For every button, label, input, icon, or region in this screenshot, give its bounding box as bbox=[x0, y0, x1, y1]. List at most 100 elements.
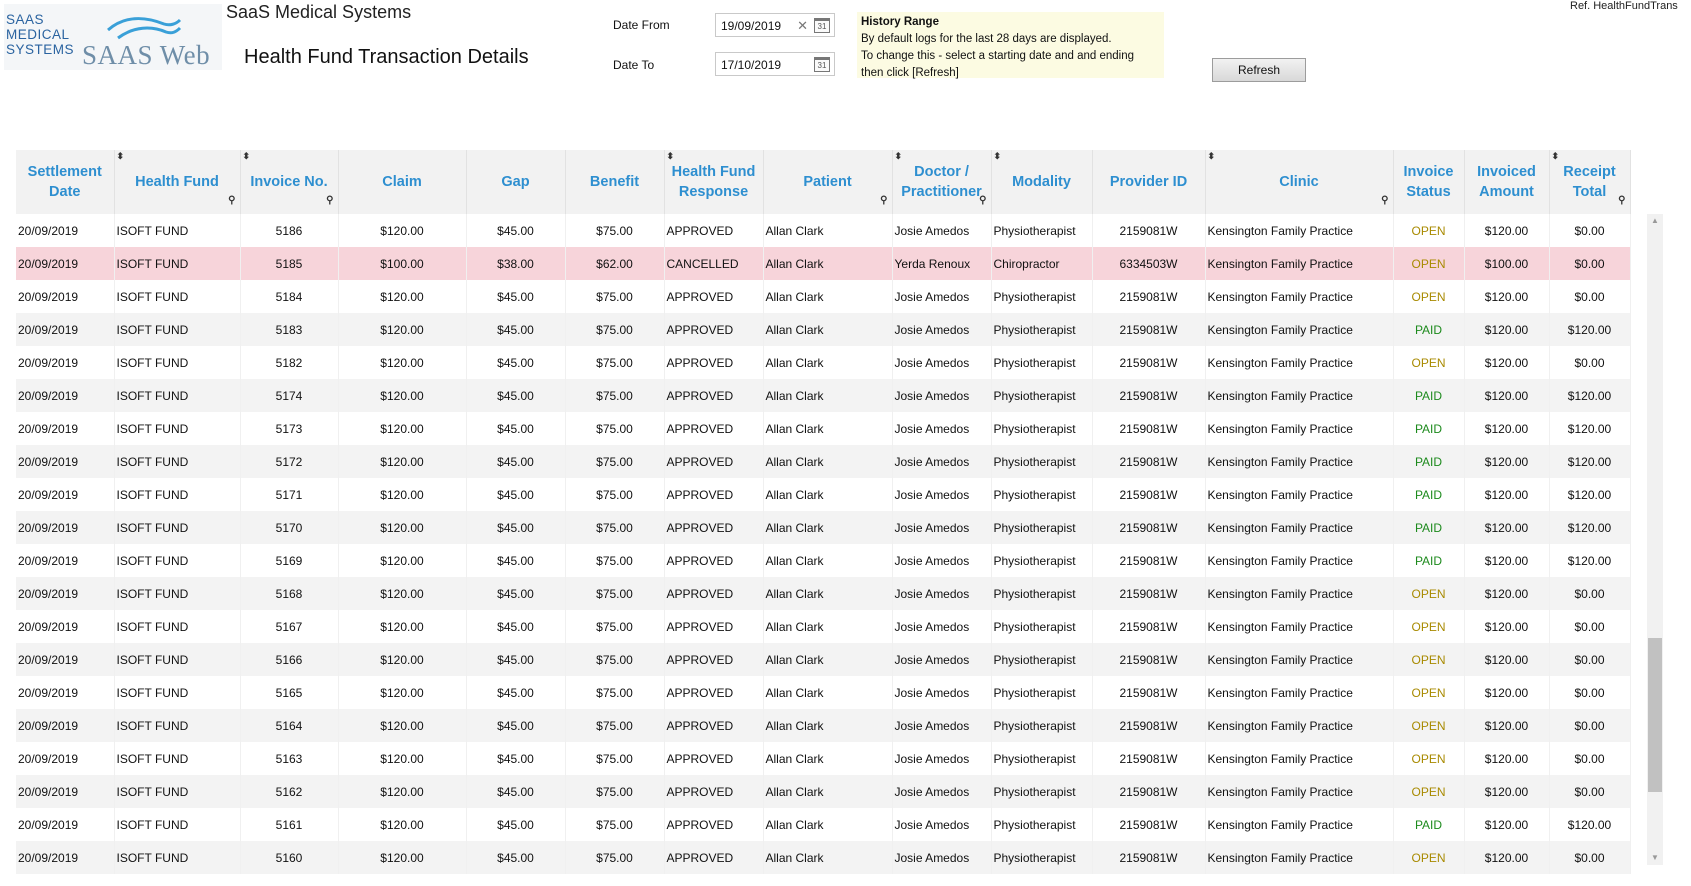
column-header[interactable]: ⬍ Invoice No. ⚲ bbox=[240, 150, 339, 214]
table-row[interactable]: 20/09/2019 ISOFT FUND 5163 $120.00 $45.00 $75… bbox=[16, 742, 1631, 775]
scroll-thumb[interactable] bbox=[1648, 638, 1662, 792]
table-row[interactable]: 20/09/2019 ISOFT FUND 5167 $120.00 $45.00 $75… bbox=[16, 610, 1631, 643]
table-cell: APPROVED bbox=[664, 544, 764, 577]
date-to-field[interactable]: 17/10/2019 31 bbox=[715, 52, 835, 76]
table-row[interactable]: 20/09/2019 ISOFT FUND 5168 $120.00 $45.00 $75… bbox=[16, 577, 1631, 610]
table-cell: 2159081W bbox=[1092, 214, 1206, 247]
table-cell: PAID bbox=[1393, 379, 1465, 412]
column-header[interactable]: ⬍ Modality bbox=[991, 150, 1093, 214]
column-header[interactable]: Benefit bbox=[565, 150, 665, 214]
table-cell: $75.00 bbox=[565, 775, 665, 808]
table-cell: Josie Amedos bbox=[892, 346, 992, 379]
table-cell: OPEN bbox=[1393, 280, 1465, 313]
table-cell: $45.00 bbox=[466, 808, 566, 841]
table-cell: Josie Amedos bbox=[892, 544, 992, 577]
column-header[interactable]: Settlement Date bbox=[16, 150, 115, 214]
sort-icon[interactable]: ⬍ bbox=[1552, 152, 1560, 161]
table-cell: Kensington Family Practice bbox=[1205, 511, 1394, 544]
table-cell: 20/09/2019 bbox=[16, 313, 115, 346]
table-cell: 5168 bbox=[240, 577, 339, 610]
search-icon[interactable]: ⚲ bbox=[326, 191, 333, 211]
sort-icon[interactable]: ⬍ bbox=[895, 152, 903, 161]
table-cell: APPROVED bbox=[664, 412, 764, 445]
table-cell: APPROVED bbox=[664, 742, 764, 775]
search-icon[interactable]: ⚲ bbox=[228, 191, 235, 211]
scroll-down-icon[interactable]: ▼ bbox=[1647, 851, 1663, 865]
column-header[interactable]: ⬍ Health Fund ⚲ bbox=[114, 150, 241, 214]
table-row[interactable]: 20/09/2019 ISOFT FUND 5160 $120.00 $45.00 $75… bbox=[16, 841, 1631, 874]
clear-icon[interactable]: ✕ bbox=[797, 18, 808, 34]
table-cell: ISOFT FUND bbox=[114, 511, 241, 544]
table-row[interactable]: 20/09/2019 ISOFT FUND 5172 $120.00 $45.00 $75… bbox=[16, 445, 1631, 478]
table-row[interactable]: 20/09/2019 ISOFT FUND 5171 $120.00 $45.00 $75… bbox=[16, 478, 1631, 511]
date-from-field[interactable]: 19/09/2019 ✕ 31 bbox=[715, 13, 835, 37]
table-row[interactable]: 20/09/2019 ISOFT FUND 5174 $120.00 $45.00 $75… bbox=[16, 379, 1631, 412]
table-row[interactable]: 20/09/2019 ISOFT FUND 5184 $120.00 $45.00 $75… bbox=[16, 280, 1631, 313]
table-cell: Allan Clark bbox=[763, 676, 893, 709]
column-header[interactable]: ⬍ Receipt Total ⚲ bbox=[1549, 150, 1631, 214]
column-header[interactable]: Claim bbox=[338, 150, 467, 214]
table-cell: ISOFT FUND bbox=[114, 346, 241, 379]
table-cell: Josie Amedos bbox=[892, 412, 992, 445]
table-cell: $120.00 bbox=[1464, 511, 1550, 544]
table-row[interactable]: 20/09/2019 ISOFT FUND 5170 $120.00 $45.00 $75… bbox=[16, 511, 1631, 544]
column-header-label: Practitioner bbox=[901, 184, 982, 200]
sort-icon[interactable]: ⬍ bbox=[117, 152, 125, 161]
table-cell: 5165 bbox=[240, 676, 339, 709]
table-cell: Physiotherapist bbox=[991, 775, 1093, 808]
search-icon[interactable]: ⚲ bbox=[979, 191, 986, 211]
sort-icon[interactable]: ⬍ bbox=[1208, 152, 1216, 161]
table-cell: $45.00 bbox=[466, 445, 566, 478]
table-row[interactable]: 20/09/2019 ISOFT FUND 5166 $120.00 $45.00 $75… bbox=[16, 643, 1631, 676]
table-cell: 2159081W bbox=[1092, 313, 1206, 346]
column-header[interactable]: Gap bbox=[466, 150, 566, 214]
search-icon[interactable]: ⚲ bbox=[1381, 191, 1388, 211]
table-row[interactable]: 20/09/2019 ISOFT FUND 5185 $100.00 $38.00 $62… bbox=[16, 247, 1631, 280]
column-header[interactable]: ⬍ Doctor / Practitioner ⚲ bbox=[892, 150, 992, 214]
table-cell: 2159081W bbox=[1092, 346, 1206, 379]
table-cell: Physiotherapist bbox=[991, 643, 1093, 676]
column-header[interactable]: Invoice Status bbox=[1393, 150, 1465, 214]
sort-icon[interactable]: ⬍ bbox=[994, 152, 1002, 161]
table-cell: $75.00 bbox=[565, 379, 665, 412]
column-header[interactable]: Provider ID bbox=[1092, 150, 1206, 214]
refresh-button[interactable]: Refresh bbox=[1212, 58, 1306, 82]
table-cell: $0.00 bbox=[1549, 214, 1631, 247]
table-cell: $75.00 bbox=[565, 676, 665, 709]
table-row[interactable]: 20/09/2019 ISOFT FUND 5186 $120.00 $45.00 $75… bbox=[16, 214, 1631, 247]
sort-icon[interactable]: ⬍ bbox=[667, 152, 675, 161]
table-cell: Allan Clark bbox=[763, 841, 893, 874]
table-cell: 5172 bbox=[240, 445, 339, 478]
table-row[interactable]: 20/09/2019 ISOFT FUND 5173 $120.00 $45.00 $75… bbox=[16, 412, 1631, 445]
table-row[interactable]: 20/09/2019 ISOFT FUND 5182 $120.00 $45.00 $75… bbox=[16, 346, 1631, 379]
table-row[interactable]: 20/09/2019 ISOFT FUND 5183 $120.00 $45.00 $75… bbox=[16, 313, 1631, 346]
table-cell: 20/09/2019 bbox=[16, 775, 115, 808]
search-icon[interactable]: ⚲ bbox=[880, 191, 887, 211]
table-cell: 2159081W bbox=[1092, 775, 1206, 808]
column-header[interactable]: Invoiced Amount bbox=[1464, 150, 1550, 214]
column-header[interactable]: Patient ⚲ bbox=[763, 150, 893, 214]
table-row[interactable]: 20/09/2019 ISOFT FUND 5164 $120.00 $45.00 $75… bbox=[16, 709, 1631, 742]
scroll-up-icon[interactable]: ▲ bbox=[1647, 214, 1663, 228]
table-cell: $120.00 bbox=[338, 478, 467, 511]
table-row[interactable]: 20/09/2019 ISOFT FUND 5161 $120.00 $45.00 $75… bbox=[16, 808, 1631, 841]
calendar-icon[interactable]: 31 bbox=[814, 18, 830, 33]
table-cell: 5160 bbox=[240, 841, 339, 874]
search-icon[interactable]: ⚲ bbox=[1618, 191, 1625, 211]
table-cell: 5167 bbox=[240, 610, 339, 643]
table-row[interactable]: 20/09/2019 ISOFT FUND 5169 $120.00 $45.00 $75… bbox=[16, 544, 1631, 577]
table-cell: $120.00 bbox=[338, 346, 467, 379]
column-header[interactable]: ⬍ Health Fund Response bbox=[664, 150, 764, 214]
table-cell: $120.00 bbox=[338, 775, 467, 808]
table-row[interactable]: 20/09/2019 ISOFT FUND 5162 $120.00 $45.00 $75… bbox=[16, 775, 1631, 808]
table-cell: Kensington Family Practice bbox=[1205, 247, 1394, 280]
sort-icon[interactable]: ⬍ bbox=[243, 152, 251, 161]
column-header-label: Modality bbox=[1012, 174, 1071, 190]
column-header[interactable]: ⬍ Clinic ⚲ bbox=[1205, 150, 1394, 214]
calendar-icon[interactable]: 31 bbox=[814, 57, 830, 72]
table-cell: OPEN bbox=[1393, 247, 1465, 280]
table-row[interactable]: 20/09/2019 ISOFT FUND 5165 $120.00 $45.00 $75… bbox=[16, 676, 1631, 709]
vertical-scrollbar[interactable]: ▲ ▼ bbox=[1647, 214, 1663, 865]
table-cell: $100.00 bbox=[338, 247, 467, 280]
table-cell: 20/09/2019 bbox=[16, 379, 115, 412]
